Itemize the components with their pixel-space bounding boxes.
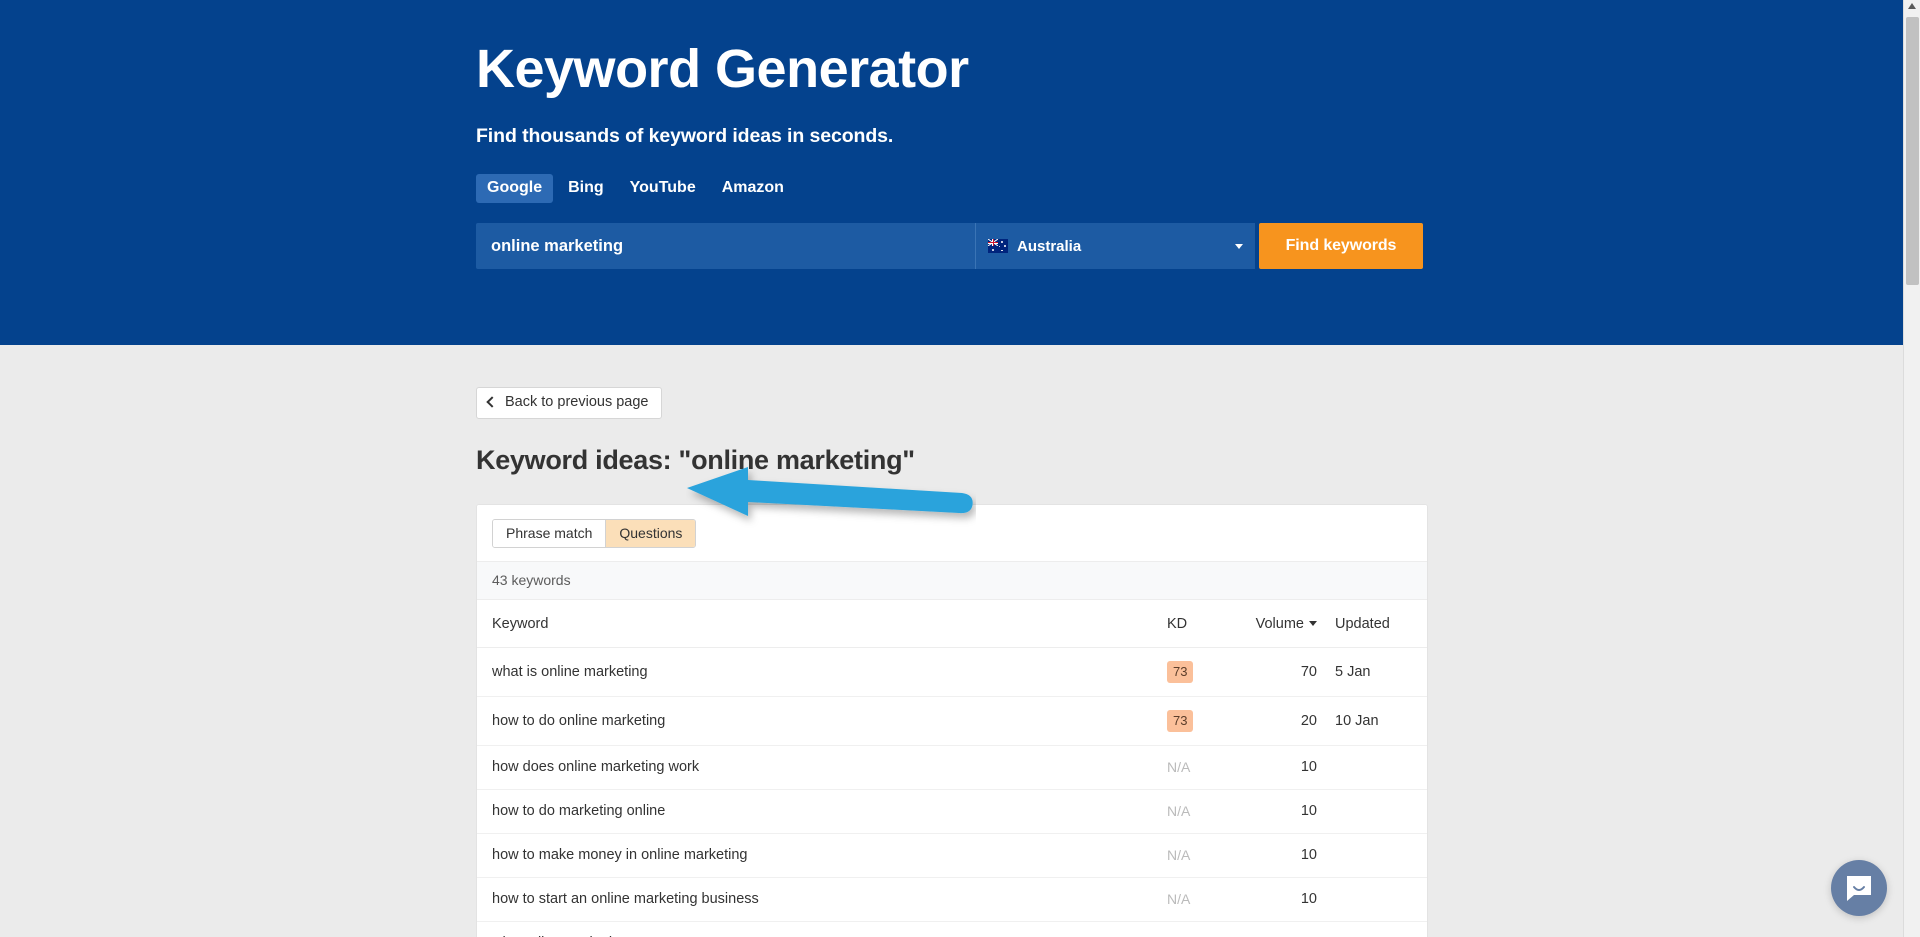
cell-keyword[interactable]: how to do marketing online: [477, 789, 1167, 834]
cell-keyword[interactable]: what is online marketing: [477, 647, 1167, 697]
cell-volume: 10: [1237, 921, 1317, 937]
back-to-previous-page-button[interactable]: Back to previous page: [476, 387, 663, 419]
cell-keyword[interactable]: how to do online marketing: [477, 696, 1167, 746]
match-type-segmented-control: Phrase match Questions: [492, 518, 697, 548]
kd-not-available: N/A: [1167, 758, 1191, 775]
column-header-volume-label: Volume: [1255, 615, 1304, 632]
table-header: Keyword KD Volume Updated: [477, 599, 1427, 648]
tab-phrase-match[interactable]: Phrase match: [493, 519, 607, 547]
results-tabs-bar: Phrase match Questions: [477, 504, 1427, 561]
table-row[interactable]: how to do marketing online N/A 10: [477, 789, 1427, 834]
cell-updated: 5 Jan: [1317, 647, 1427, 697]
page-heading: Keyword Generator: [476, 39, 969, 99]
keyword-ideas-title: Keyword ideas: "online marketing": [476, 444, 915, 475]
cell-kd: N/A: [1167, 921, 1237, 937]
chevron-down-icon: [1235, 243, 1243, 249]
keyword-results-table: Keyword KD Volume Updated what is online…: [477, 599, 1427, 937]
column-header-volume[interactable]: Volume: [1237, 599, 1317, 648]
table-row[interactable]: how to make money in online marketing N/A…: [477, 833, 1427, 878]
engine-tab-google[interactable]: Google: [476, 174, 554, 204]
country-selector-label: Australia: [1017, 237, 1082, 255]
keyword-search-input[interactable]: [476, 223, 975, 270]
kd-not-available: N/A: [1167, 846, 1191, 863]
cell-keyword[interactable]: how does online marketing work: [477, 745, 1167, 790]
cell-updated: [1317, 877, 1427, 922]
table-row[interactable]: how does online marketing work N/A 10: [477, 745, 1427, 790]
engine-tab-amazon[interactable]: Amazon: [711, 174, 795, 203]
cell-updated: [1317, 833, 1427, 878]
australia-flag-icon: [988, 239, 1008, 254]
cell-kd: N/A: [1167, 877, 1237, 922]
find-keywords-button[interactable]: Find keywords: [1259, 223, 1423, 270]
cell-volume: 10: [1237, 833, 1317, 878]
cell-updated: [1317, 789, 1427, 834]
cell-volume: 10: [1237, 745, 1317, 790]
tab-questions[interactable]: Questions: [606, 519, 696, 547]
cell-updated: [1317, 745, 1427, 790]
kd-not-available: N/A: [1167, 890, 1191, 907]
table-row[interactable]: how to start an online marketing busines…: [477, 877, 1427, 922]
column-header-keyword[interactable]: Keyword: [477, 599, 1167, 648]
caret-down-icon: [1309, 621, 1317, 627]
cell-kd: 73: [1167, 647, 1237, 697]
table-row[interactable]: how to do online marketing 73 20 10 Jan: [477, 696, 1427, 746]
chat-smile-icon: [1847, 876, 1871, 901]
column-header-kd[interactable]: KD: [1167, 599, 1237, 648]
cell-volume: 70: [1237, 647, 1317, 697]
hero-section: Keyword Generator Find thousands of keyw…: [0, 0, 1920, 345]
scrollbar-thumb[interactable]: [1906, 17, 1919, 285]
cell-volume: 20: [1237, 696, 1317, 746]
table-header-row: Keyword KD Volume Updated: [477, 599, 1427, 648]
hero-inner: Keyword Generator Find thousands of keyw…: [476, 28, 1428, 270]
country-selector[interactable]: Australia: [975, 223, 1255, 270]
kd-badge: 73: [1167, 660, 1194, 683]
hero-subtitle: Find thousands of keyword ideas in secon…: [476, 125, 894, 148]
cell-updated: 10 Jan: [1317, 696, 1427, 746]
back-button-label: Back to previous page: [505, 394, 649, 410]
content-inner: Back to previous page Keyword ideas: "on…: [476, 345, 1428, 937]
column-header-updated[interactable]: Updated: [1317, 599, 1427, 648]
table-row[interactable]: why online marketingN/A10: [477, 921, 1427, 937]
cell-updated: [1317, 921, 1427, 937]
search-engine-tabs: Google Bing YouTube Amazon: [476, 174, 1428, 204]
engine-tab-bing[interactable]: Bing: [557, 174, 615, 203]
scroll-up-arrow-icon[interactable]: [1908, 3, 1916, 9]
cell-kd: N/A: [1167, 789, 1237, 834]
cell-kd: N/A: [1167, 745, 1237, 790]
main-content: Back to previous page Keyword ideas: "on…: [0, 345, 1920, 937]
cell-keyword[interactable]: why online marketing: [477, 921, 1167, 937]
keyword-results-card: Phrase match Questions 43 keywords Keywo…: [476, 503, 1428, 937]
keyword-search-form: Australia Find keywords: [476, 223, 1423, 270]
table-row[interactable]: what is online marketing 73 70 5 Jan: [477, 647, 1427, 697]
cell-volume: 10: [1237, 877, 1317, 922]
keyword-count-label: 43 keywords: [477, 560, 1427, 600]
cell-keyword[interactable]: how to make money in online marketing: [477, 833, 1167, 878]
cell-kd: 73: [1167, 696, 1237, 746]
engine-tab-youtube[interactable]: YouTube: [619, 174, 707, 203]
chevron-left-icon: [486, 396, 498, 408]
chat-launcher-button[interactable]: [1831, 860, 1887, 916]
cell-kd: N/A: [1167, 833, 1237, 878]
cell-keyword[interactable]: how to start an online marketing busines…: [477, 877, 1167, 922]
kd-badge: 73: [1167, 709, 1194, 732]
page-scrollbar[interactable]: [1903, 0, 1920, 937]
cell-volume: 10: [1237, 789, 1317, 834]
kd-not-available: N/A: [1167, 802, 1191, 819]
table-body: what is online marketing 73 70 5 Jan how to …: [477, 647, 1427, 937]
page-viewport: Keyword Generator Find thousands of keyw…: [0, 0, 1920, 937]
